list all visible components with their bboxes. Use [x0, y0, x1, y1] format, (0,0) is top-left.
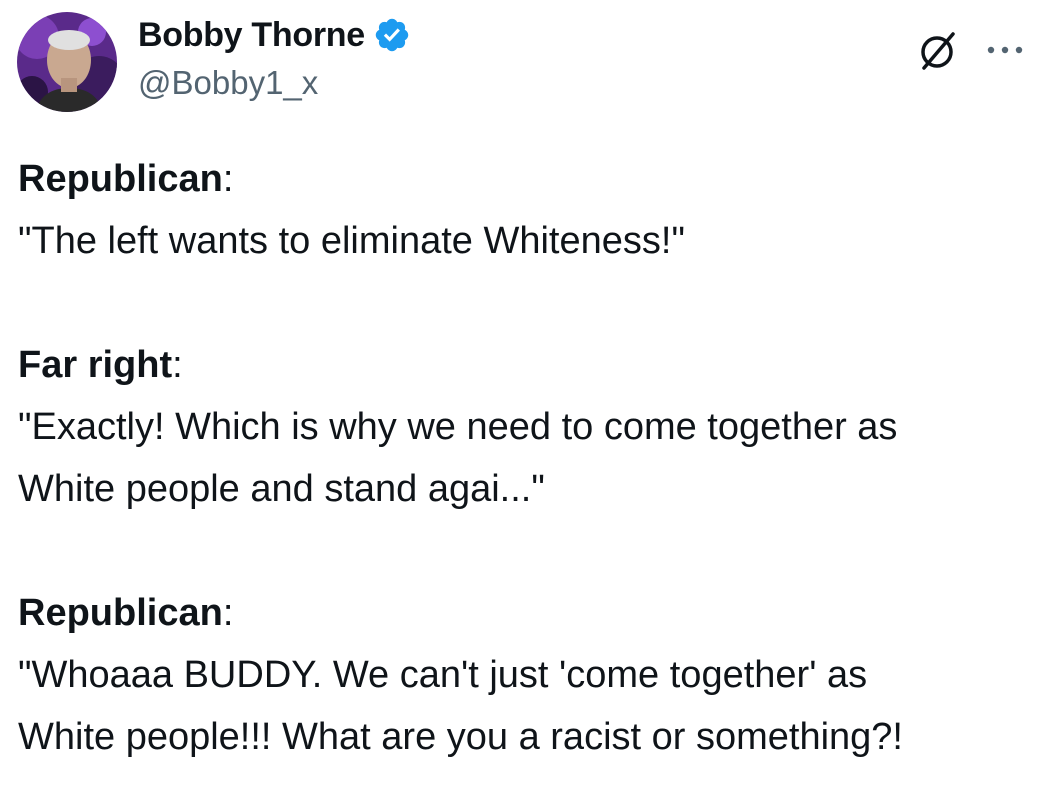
quote-line: "The left wants to eliminate Whiteness!"	[18, 220, 685, 262]
more-icon[interactable]	[985, 40, 1025, 60]
avatar[interactable]	[17, 12, 117, 112]
author-name[interactable]: Bobby Thorne	[138, 16, 365, 55]
speaker-label: Republican:	[18, 148, 1033, 210]
display-name-row[interactable]: Bobby Thorne	[138, 12, 411, 58]
quote-line: "Exactly! Which is why we need to come t…	[18, 406, 898, 448]
avatar-image	[17, 12, 117, 112]
post-text: Republican: "The left wants to eliminate…	[18, 148, 1033, 768]
quote-line: "Whoaaa BUDDY. We can't just 'come toget…	[18, 654, 868, 696]
speaker-colon: :	[222, 158, 234, 200]
speaker-colon: :	[172, 344, 183, 386]
speaker-name: Far right	[18, 344, 173, 386]
verified-badge-icon[interactable]	[373, 16, 411, 54]
speaker-label: Republican:	[18, 582, 1033, 644]
author-handle[interactable]: @Bobby1_x	[138, 64, 318, 102]
speaker-name: Republican	[18, 592, 223, 634]
quote-line: White people!!! What are you a racist or…	[18, 716, 903, 758]
quote-line: White people and stand agai..."	[18, 468, 545, 510]
grok-icon[interactable]	[915, 28, 961, 74]
speaker-colon: :	[222, 592, 234, 634]
tweet: Bobby Thorne @Bobby1_x Republican: "The …	[0, 0, 1040, 785]
speaker-name: Republican	[18, 158, 223, 200]
speaker-label: Far right:	[18, 334, 1033, 396]
